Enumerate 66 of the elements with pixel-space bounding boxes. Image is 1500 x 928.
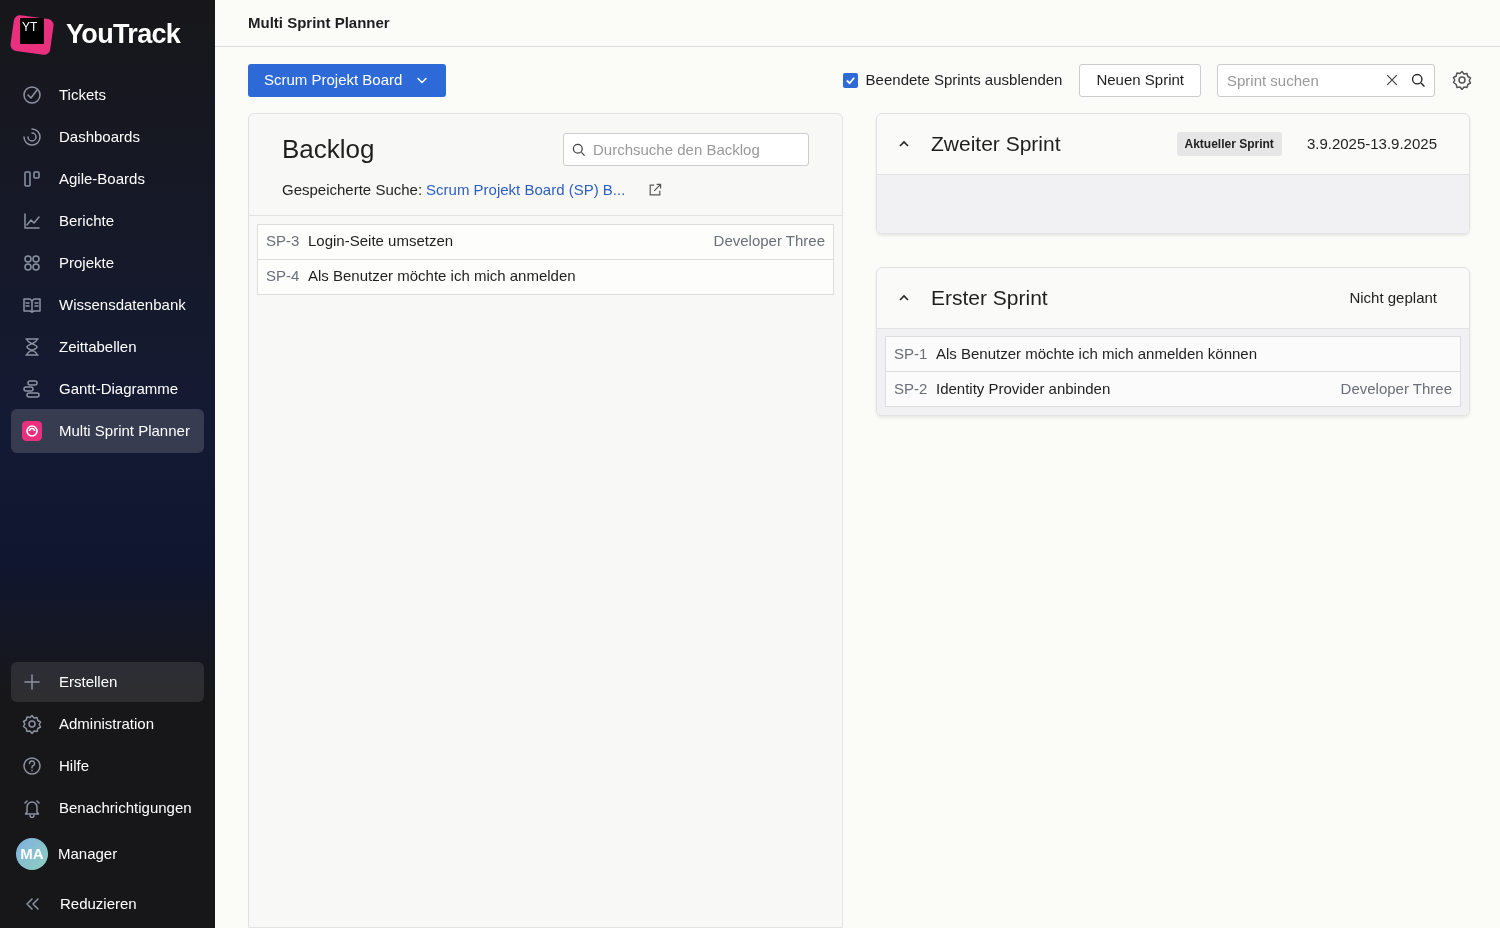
current-sprint-badge: Aktueller Sprint — [1176, 132, 1282, 156]
collapse-button[interactable]: Reduzieren — [11, 880, 204, 928]
sidebar-item[interactable]: Dashboards — [11, 121, 204, 153]
sprint-dates: 3.9.2025-13.9.2025 — [1306, 133, 1437, 154]
search-icon — [571, 142, 587, 158]
chart-icon — [22, 211, 42, 231]
issue-row[interactable]: SP-3 Login-Seite umsetzen Developer Three — [257, 223, 834, 260]
checkmark-icon — [844, 74, 856, 86]
issue-row[interactable]: SP-2 Identity Provider anbinden Developer Three — [885, 371, 1461, 407]
checkbox-label: Beendete Sprints ausblenden — [865, 69, 1063, 90]
page-title: Multi Sprint Planner — [248, 12, 390, 33]
issue-assignee: Developer Three — [1340, 378, 1452, 399]
sidebar-item[interactable]: Wissensdatenbank — [11, 289, 204, 321]
close-icon — [1384, 72, 1400, 88]
sprint-search-field[interactable]: Sprint suchen — [1217, 63, 1435, 97]
issue-assignee: Developer Three — [713, 231, 825, 252]
sidebar-item[interactable]: Berichte — [11, 205, 204, 237]
issue-id: SP-1 — [894, 343, 929, 364]
settings-icon — [22, 714, 42, 734]
issue-id: SP-3 — [266, 231, 301, 252]
issue-row[interactable]: SP-4 Als Benutzer möchte ich mich anmelden — [257, 258, 834, 295]
plus-icon — [22, 672, 42, 692]
planner-app-icon — [22, 421, 42, 441]
bars-icon — [22, 379, 42, 399]
sidebar-item[interactable]: Hilfe — [11, 746, 204, 786]
backlog-title: Backlog — [282, 133, 375, 166]
sidebar-item[interactable]: Multi Sprint Planner — [11, 409, 204, 453]
backlog-search-field[interactable]: Durchsuche den Backlog — [563, 133, 809, 166]
issue-summary: Als Benutzer möchte ich mich anmelden können — [936, 343, 1258, 364]
issue-summary: Als Benutzer möchte ich mich anmelden — [308, 266, 577, 287]
sidebar-item[interactable]: Projekte — [11, 247, 204, 279]
sprint-name: Erster Sprint — [931, 285, 1049, 312]
settings-icon — [1452, 70, 1472, 90]
sidebar-item[interactable]: Zeittabellen — [11, 331, 204, 363]
columns-icon — [22, 169, 42, 189]
issue-id: SP-2 — [894, 378, 929, 399]
saved-search-label: Gespeicherte Suche: — [282, 180, 423, 200]
app-name: YouTrack — [66, 17, 181, 51]
sidebar-item[interactable]: Tickets — [11, 79, 204, 111]
sidebar-item[interactable]: Administration — [11, 704, 204, 744]
sprint-dates: Nicht geplant — [1349, 287, 1437, 308]
checkbox[interactable] — [842, 72, 858, 88]
grid-icon — [22, 253, 42, 273]
issue-summary: Login-Seite umsetzen — [308, 231, 455, 252]
issue-row[interactable]: SP-1 Als Benutzer möchte ich mich anmelden können — [885, 336, 1461, 372]
settings-button[interactable] — [1452, 70, 1472, 90]
help-icon — [22, 756, 42, 776]
sidebar-item[interactable]: Agile-Boards — [11, 163, 204, 195]
book-icon — [22, 295, 42, 315]
saved-search-link[interactable]: Scrum Projekt Board (SP) B... — [426, 179, 626, 202]
sidebar-item[interactable]: Benachrichtigungen — [11, 788, 204, 828]
youtrack-logo-icon[interactable]: YT — [12, 14, 54, 54]
issue-summary: Identity Provider anbinden — [936, 378, 1112, 399]
user-avatar: MA — [16, 838, 48, 870]
user-menu[interactable]: MA Manager — [11, 830, 204, 878]
hourglass-icon — [22, 337, 42, 357]
issue-id: SP-4 — [266, 266, 301, 287]
bell-icon — [22, 798, 42, 818]
new-sprint-button[interactable]: Neuen Sprint — [1079, 63, 1201, 97]
search-icon — [1410, 71, 1427, 89]
board-selector-button[interactable]: Scrum Projekt Board — [248, 63, 447, 97]
check-circle-icon — [22, 85, 42, 105]
spiral-icon — [22, 127, 42, 147]
sidebar-item[interactable]: Gantt-Diagramme — [11, 373, 204, 405]
sprint-name: Zweiter Sprint — [931, 131, 1062, 158]
sidebar-item[interactable]: Erstellen — [11, 662, 204, 702]
